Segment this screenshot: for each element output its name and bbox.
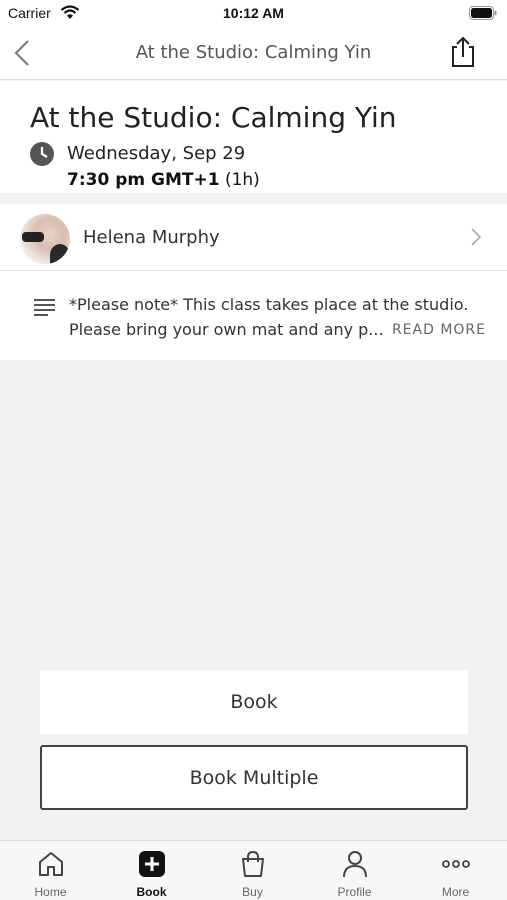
person-icon: [343, 851, 367, 878]
tab-label-home: Home: [34, 885, 67, 899]
battery-icon: [469, 6, 497, 20]
shopping-bag-icon: [242, 850, 264, 877]
tab-profile[interactable]: Profile: [304, 841, 405, 900]
class-header: At the Studio: Calming Yin Wednesday, Se…: [0, 81, 507, 193]
class-start-time: 7:30 pm GMT+1: [67, 170, 220, 190]
class-details: Helena Murphy *Please note* This class t…: [0, 204, 507, 360]
tab-home[interactable]: Home: [0, 841, 101, 900]
tab-label-buy: Buy: [242, 885, 263, 899]
description-line-1: *Please note* This class takes place at …: [69, 295, 469, 314]
more-dots-icon: [442, 860, 470, 868]
share-icon[interactable]: [447, 35, 479, 69]
tab-label-profile: Profile: [337, 885, 372, 899]
tab-bar: Home Book Buy Profile More: [0, 840, 507, 900]
tab-more[interactable]: More: [405, 841, 506, 900]
navigation-bar: At the Studio: Calming Yin: [0, 28, 507, 80]
tab-book[interactable]: Book: [101, 841, 202, 900]
tab-label-more: More: [441, 885, 470, 899]
description-lines-icon: [34, 299, 55, 316]
avatar: [20, 214, 70, 264]
instructor-name: Helena Murphy: [83, 227, 220, 248]
clock-icon: [30, 142, 54, 166]
instructor-row[interactable]: Helena Murphy: [0, 204, 507, 271]
status-bar: Carrier 10:12 AM: [0, 0, 507, 28]
page-title: At the Studio: Calming Yin: [30, 101, 397, 134]
read-more-link[interactable]: READ MORE: [392, 322, 486, 338]
tab-buy[interactable]: Buy: [202, 841, 303, 900]
description-line-2: Please bring your own mat and any p...: [69, 320, 384, 339]
class-date: Wednesday, Sep 29: [67, 143, 246, 164]
class-duration: (1h): [224, 170, 260, 190]
book-button[interactable]: Book: [40, 670, 468, 734]
class-time: 7:30 pm GMT+1 (1h): [67, 170, 260, 190]
chevron-left-icon[interactable]: [10, 38, 38, 68]
nav-title: At the Studio: Calming Yin: [135, 42, 372, 63]
home-icon: [39, 852, 63, 876]
book-multiple-button[interactable]: Book Multiple: [40, 745, 468, 810]
chevron-right-icon: [471, 228, 481, 246]
plus-square-icon: [139, 851, 165, 877]
tab-label-book: Book: [136, 885, 167, 899]
status-time: 10:12 AM: [223, 5, 284, 21]
